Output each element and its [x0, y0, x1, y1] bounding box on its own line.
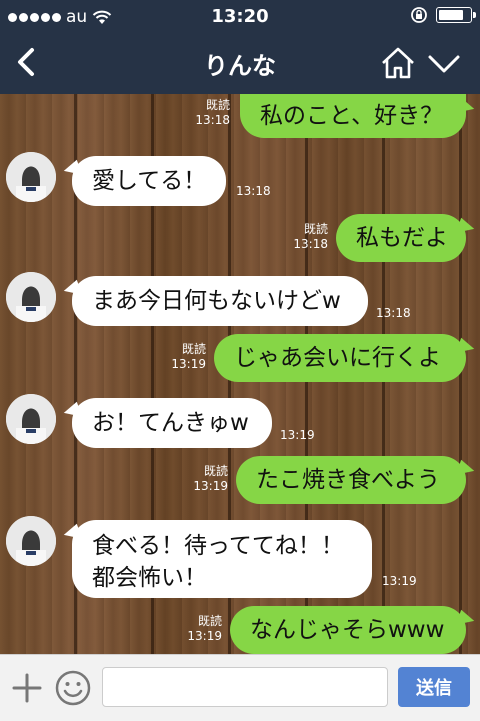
send-button[interactable]: 送信	[398, 667, 470, 707]
chat-area[interactable]: 既読 13:18 私のこと、好き？ 愛してる！ 13:18 既読 13:18 私もだ…	[0, 94, 480, 654]
message-bubble-received[interactable]: 愛してる！	[72, 156, 226, 206]
rotation-lock-icon	[411, 7, 427, 23]
read-status: 既読 13:18	[195, 98, 230, 127]
message-bubble-received[interactable]: まあ今日何もないけどw	[72, 276, 368, 326]
message-time: 13:19	[382, 574, 417, 588]
message-time: 13:18	[376, 306, 411, 320]
message-bubble-received[interactable]: お！てんきゅw	[72, 398, 272, 448]
chat-header: りんな	[0, 32, 480, 94]
message-bubble-sent[interactable]: 私のこと、好き？	[240, 94, 466, 138]
message-input-bar: 送信	[0, 654, 480, 721]
message-bubble-sent[interactable]: なんじゃそらwww	[230, 606, 466, 654]
read-status: 既読 13:19	[193, 464, 228, 493]
message-line: 食べる！待っててね！！	[92, 533, 344, 559]
avatar[interactable]	[6, 394, 56, 444]
battery-level	[439, 10, 463, 20]
home-icon[interactable]	[380, 46, 416, 80]
read-status: 既読 13:18	[293, 222, 328, 251]
emoji-icon[interactable]	[54, 669, 92, 707]
message-bubble-sent[interactable]: たこ焼き食べよう	[236, 456, 466, 504]
chevron-down-icon[interactable]	[426, 50, 462, 78]
avatar[interactable]	[6, 272, 56, 322]
plus-icon[interactable]	[10, 671, 44, 705]
read-status: 既読 13:19	[187, 614, 222, 643]
avatar[interactable]	[6, 152, 56, 202]
message-input[interactable]	[102, 667, 388, 707]
message-time: 13:19	[280, 428, 315, 442]
message-line: 都会怖い！	[92, 565, 207, 591]
message-bubble-sent[interactable]: じゃあ会いに行くよ	[214, 334, 466, 382]
message-bubble-received[interactable]: 食べる！待っててね！！ 都会怖い！	[72, 520, 372, 598]
message-bubble-sent[interactable]: 私もだよ	[336, 214, 466, 262]
read-status: 既読 13:19	[171, 342, 206, 371]
avatar[interactable]	[6, 516, 56, 566]
status-bar: au 13:20	[0, 0, 480, 32]
battery-icon	[436, 7, 476, 23]
message-time: 13:18	[236, 184, 271, 198]
clock: 13:20	[211, 6, 269, 27]
